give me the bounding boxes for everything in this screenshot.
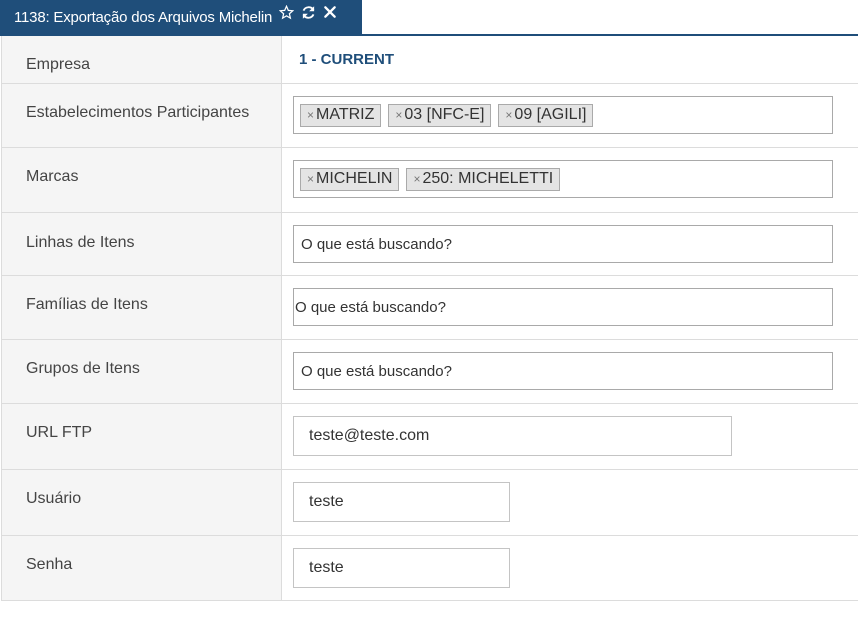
senha-label: Senha <box>2 536 282 600</box>
url-ftp-field[interactable] <box>293 416 732 456</box>
linhas-label: Linhas de Itens <box>2 213 282 275</box>
usuario-field[interactable] <box>293 482 510 522</box>
row-senha: Senha <box>2 535 858 600</box>
row-empresa: Empresa 1 - CURRENT <box>2 36 858 83</box>
star-outline-icon[interactable] <box>278 4 294 20</box>
estabelecimentos-value-cell: × MATRIZ × 03 [NFC-E] × 09 [AGILI] <box>282 84 858 147</box>
familias-value-cell <box>282 276 858 339</box>
tag-chip: × MICHELIN <box>300 167 400 191</box>
tag-label: MATRIZ <box>316 106 375 123</box>
linhas-search-input[interactable] <box>293 225 833 263</box>
estabelecimentos-label: Estabelecimentos Participantes <box>2 84 282 147</box>
tab-title: 1138: Exportação dos Arquivos Michelin <box>14 8 273 26</box>
tag-label: 09 [AGILI] <box>514 106 587 123</box>
tag-chip: × 250: MICHELETTI <box>406 167 561 191</box>
export-form: Empresa 1 - CURRENT Estabelecimentos Par… <box>1 36 858 601</box>
grupos-label: Grupos de Itens <box>2 340 282 403</box>
empresa-label: Empresa <box>2 36 282 83</box>
marcas-multiselect[interactable]: × MICHELIN × 250: MICHELETTI <box>293 160 833 198</box>
row-url-ftp: URL FTP <box>2 403 858 469</box>
tag-label: 250: MICHELETTI <box>422 170 554 187</box>
tag-chip: × 03 [NFC-E] <box>388 103 492 127</box>
tag-label: 03 [NFC-E] <box>404 106 485 123</box>
refresh-icon[interactable] <box>300 4 316 20</box>
senha-field[interactable] <box>293 548 510 588</box>
senha-value-cell <box>282 536 858 600</box>
row-linhas: Linhas de Itens <box>2 212 858 275</box>
tab-actions <box>278 4 338 20</box>
tag-chip: × 09 [AGILI] <box>498 103 594 127</box>
marcas-value-cell: × MICHELIN × 250: MICHELETTI <box>282 148 858 212</box>
familias-search-input[interactable] <box>293 288 833 326</box>
url-ftp-label: URL FTP <box>2 404 282 469</box>
row-grupos: Grupos de Itens <box>2 339 858 403</box>
estabelecimentos-multiselect[interactable]: × MATRIZ × 03 [NFC-E] × 09 [AGILI] <box>293 96 833 134</box>
tag-remove-icon[interactable]: × <box>395 108 402 122</box>
empresa-value-cell: 1 - CURRENT <box>282 36 858 83</box>
tag-label: MICHELIN <box>316 170 393 187</box>
tag-remove-icon[interactable]: × <box>307 108 314 122</box>
tag-remove-icon[interactable]: × <box>307 172 314 186</box>
marcas-label: Marcas <box>2 148 282 212</box>
usuario-value-cell <box>282 470 858 535</box>
grupos-search-input[interactable] <box>293 352 833 390</box>
empresa-value: 1 - CURRENT <box>299 51 395 68</box>
grupos-value-cell <box>282 340 858 403</box>
row-usuario: Usuário <box>2 469 858 535</box>
page-tab[interactable]: 1138: Exportação dos Arquivos Michelin <box>0 0 362 34</box>
tag-remove-icon[interactable]: × <box>413 172 420 186</box>
row-marcas: Marcas × MICHELIN × 250: MICHELETTI <box>2 147 858 212</box>
tag-chip: × MATRIZ <box>300 103 382 127</box>
url-ftp-value-cell <box>282 404 858 469</box>
linhas-value-cell <box>282 213 858 275</box>
row-familias: Famílias de Itens <box>2 275 858 339</box>
tag-remove-icon[interactable]: × <box>505 108 512 122</box>
familias-label: Famílias de Itens <box>2 276 282 339</box>
usuario-label: Usuário <box>2 470 282 535</box>
row-estabelecimentos: Estabelecimentos Participantes × MATRIZ ×… <box>2 83 858 147</box>
close-icon[interactable] <box>322 4 338 20</box>
